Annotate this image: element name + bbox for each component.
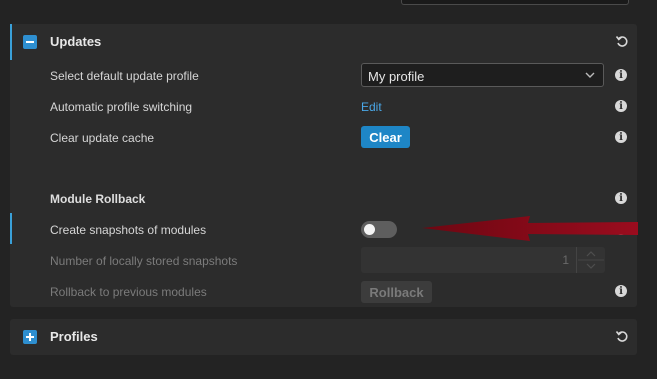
profiles-title: Profiles (50, 329, 98, 344)
profiles-panel: Profiles (10, 319, 637, 355)
reset-icon[interactable] (615, 34, 629, 48)
row-accent-bar (10, 213, 12, 244)
stepper-chevrons-icon (578, 251, 604, 269)
toggle-knob (364, 224, 375, 235)
snapshots-label: Create snapshots of modules (50, 223, 207, 237)
stored-snapshots-label: Number of locally stored snapshots (50, 254, 238, 268)
updates-title: Updates (50, 34, 102, 49)
snapshots-toggle[interactable] (361, 221, 397, 238)
info-icon[interactable]: i (615, 285, 627, 297)
default-profile-value: My profile (368, 69, 425, 84)
auto-switch-label: Automatic profile switching (50, 100, 193, 114)
clear-cache-label: Clear update cache (50, 131, 155, 145)
reset-icon[interactable] (615, 329, 629, 343)
stored-snapshots-stepper: 1 (361, 247, 605, 273)
profiles-header[interactable]: Profiles (10, 319, 637, 355)
chevron-down-icon (585, 72, 595, 78)
annotation-arrow (422, 216, 638, 241)
info-icon[interactable]: i (615, 69, 627, 81)
collapse-icon[interactable] (23, 35, 37, 49)
top-input-field[interactable] (401, 0, 629, 5)
clear-cache-button[interactable]: Clear (361, 126, 410, 148)
updates-header[interactable]: Updates (10, 24, 637, 60)
info-icon[interactable]: i (615, 192, 627, 204)
info-icon[interactable]: i (615, 100, 627, 112)
info-icon[interactable]: i (615, 131, 627, 143)
default-profile-label: Select default update profile (50, 69, 199, 83)
stored-snapshots-value: 1 (562, 253, 569, 267)
auto-switch-edit-link[interactable]: Edit (361, 100, 382, 114)
expand-icon[interactable] (23, 330, 37, 344)
stepper-arrows (576, 247, 605, 273)
module-rollback-heading: Module Rollback (50, 192, 146, 206)
default-profile-select[interactable]: My profile (361, 63, 604, 87)
rollback-button: Rollback (361, 281, 432, 303)
rollback-label: Rollback to previous modules (50, 285, 207, 299)
